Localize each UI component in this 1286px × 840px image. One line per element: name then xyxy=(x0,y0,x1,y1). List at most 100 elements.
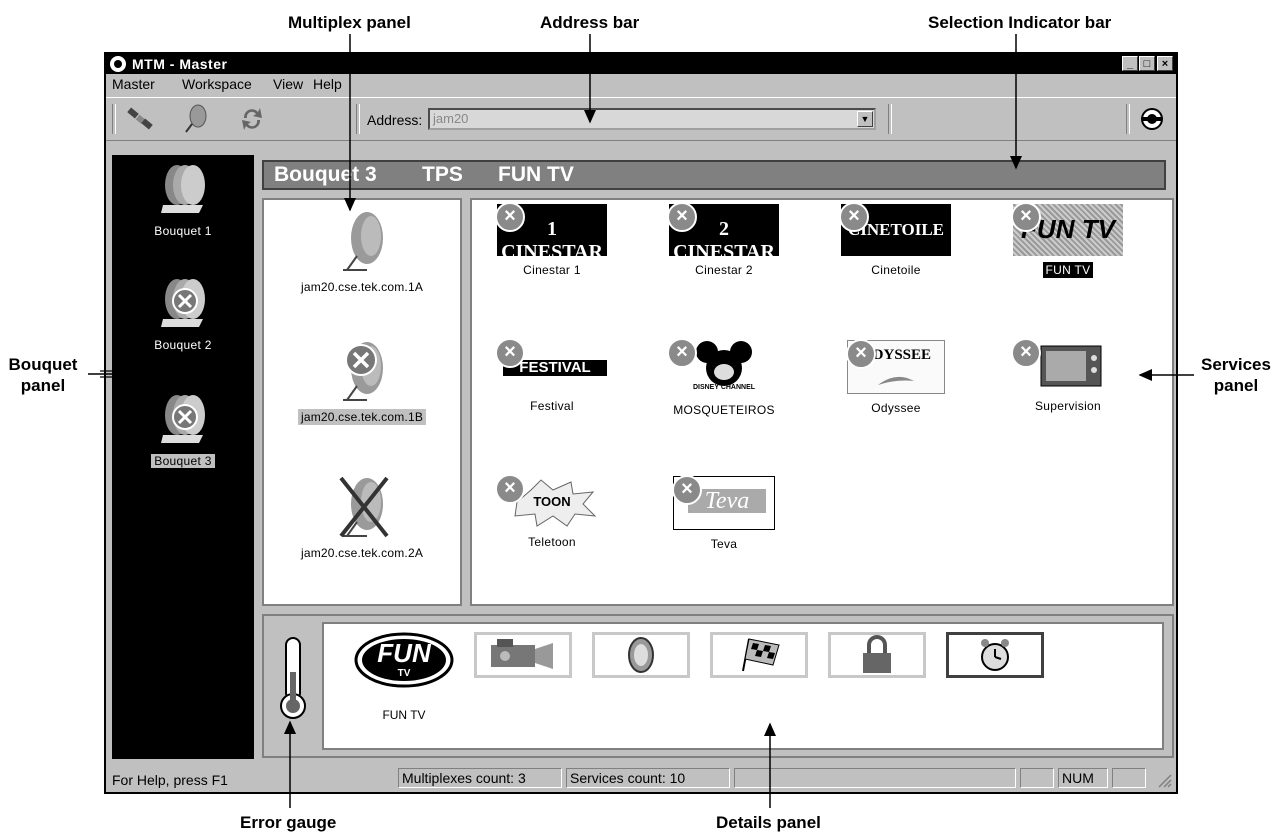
service-item[interactable]: TOON × Teletoon xyxy=(472,474,632,550)
error-icon: × xyxy=(495,338,525,368)
error-icon: × xyxy=(667,338,697,368)
status-num: NUM xyxy=(1058,768,1108,788)
app-icon[interactable] xyxy=(110,56,126,72)
bouquet-panel: Bouquet 1 Bouquet 2 Bouquet 3 xyxy=(112,155,254,759)
toolbar-separator xyxy=(888,104,892,134)
video-detail-button[interactable] xyxy=(474,632,572,678)
menu-view[interactable]: View xyxy=(273,74,303,95)
multiplex-panel: jam20.cse.tek.com.1A jam20.cse.tek.com.1… xyxy=(262,198,462,606)
satellite-dish-crossed-icon xyxy=(339,476,389,538)
callout-services-panel: Services panel xyxy=(1196,354,1276,396)
service-logo-fun-tv: FUN TV × xyxy=(1011,202,1123,256)
callout-bouquet-line1: Bouquet xyxy=(8,355,78,374)
error-icon: × xyxy=(1011,202,1041,232)
checkered-flag-icon xyxy=(742,638,780,672)
speaker-icon xyxy=(628,637,654,673)
error-icon: × xyxy=(495,202,525,232)
encryption-detail-button[interactable] xyxy=(828,632,926,678)
service-item[interactable]: 2 CINESTAR × Cinestar 2 xyxy=(644,202,804,278)
service-label: Odyssee xyxy=(871,401,921,415)
toolbar-separator xyxy=(1126,104,1130,134)
service-logo-odyssee: ODYSSEE × xyxy=(846,339,945,394)
service-item[interactable]: × Supervision xyxy=(988,338,1148,414)
multiplex-item[interactable]: jam20.cse.tek.com.1A xyxy=(264,206,460,295)
toolbar: Address: jam20 ▼ xyxy=(106,97,1176,141)
resize-grip-icon[interactable] xyxy=(1156,772,1172,788)
title-bar[interactable]: MTM - Master _ □ × xyxy=(106,54,1176,74)
multiplex-item[interactable]: jam20.cse.tek.com.1B xyxy=(264,336,460,425)
service-item[interactable]: 1 CINESTAR × Cinestar 1 xyxy=(472,202,632,278)
error-icon: × xyxy=(839,202,869,232)
status-cell-empty xyxy=(1112,768,1146,788)
status-cell-empty xyxy=(1020,768,1054,788)
callout-services-line1: Services xyxy=(1201,355,1271,374)
service-label: Teva xyxy=(710,537,738,551)
status-bar: For Help, press F1 Multiplexes count: 3 … xyxy=(106,766,1176,792)
service-item[interactable]: FESTIVAL × Festival xyxy=(472,338,632,414)
satellite-dish-icon xyxy=(343,212,383,271)
bouquet-dish-icon xyxy=(161,279,205,327)
service-item[interactable]: Teva × Teva xyxy=(644,475,804,552)
time-detail-button[interactable] xyxy=(946,632,1044,678)
error-icon: × xyxy=(667,202,697,232)
refresh-icon[interactable] xyxy=(236,104,268,134)
multiplex-item[interactable]: jam20.cse.tek.com.2A xyxy=(264,472,460,561)
app-window: MTM - Master _ □ × Master Workspace View… xyxy=(104,52,1178,794)
service-label: Festival xyxy=(530,399,574,413)
chevron-down-icon[interactable]: ▼ xyxy=(857,111,873,127)
services-panel: 1 CINESTAR × Cinestar 1 2 CINESTAR × Cin… xyxy=(470,198,1174,606)
satellite-icon[interactable] xyxy=(124,104,156,134)
flag-detail-button[interactable] xyxy=(710,632,808,678)
details-panel: FUN TV FUN TV xyxy=(322,622,1164,750)
close-button[interactable]: × xyxy=(1157,56,1173,71)
window-title: MTM - Master xyxy=(132,56,228,72)
menu-workspace[interactable]: Workspace xyxy=(182,74,252,95)
details-area: FUN TV FUN TV xyxy=(262,614,1174,758)
address-label: Address: xyxy=(367,112,423,128)
callout-details-panel: Details panel xyxy=(716,813,821,832)
bouquet-item[interactable]: Bouquet 1 xyxy=(112,161,254,238)
bouquet-item[interactable]: Bouquet 3 xyxy=(112,391,254,468)
bouquet-dish-icon xyxy=(161,165,205,213)
status-multiplexes-count: Multiplexes count: 3 xyxy=(398,768,562,788)
fun-logo-text: FUN xyxy=(377,638,431,668)
error-icon: × xyxy=(1011,338,1041,368)
address-input[interactable]: jam20 ▼ xyxy=(428,108,876,130)
address-value: jam20 xyxy=(433,111,469,126)
service-label: Supervision xyxy=(1034,399,1101,413)
fun-logo-sub: TV xyxy=(397,668,411,679)
multiplex-label: jam20.cse.tek.com.1B xyxy=(297,409,427,425)
menu-help[interactable]: Help xyxy=(313,74,342,95)
service-logo-cinestar-1: 1 CINESTAR × xyxy=(495,202,607,263)
callout-bouquet-panel: Bouquet panel xyxy=(8,354,78,396)
status-cell-empty xyxy=(734,768,1016,788)
error-icon: × xyxy=(495,474,525,504)
bouquet-item[interactable]: Bouquet 2 xyxy=(112,275,254,352)
bouquet-label: Bouquet 1 xyxy=(154,224,212,238)
callout-selection-indicator-bar: Selection Indicator bar xyxy=(928,13,1112,32)
minimize-button[interactable]: _ xyxy=(1122,56,1138,71)
dish-icon[interactable] xyxy=(180,104,212,134)
service-item[interactable]: ODYSSEE × Odyssee xyxy=(816,339,976,416)
bouquet-label: Bouquet 2 xyxy=(154,338,212,352)
thermometer-icon[interactable] xyxy=(278,636,308,724)
multiplex-label: jam20.cse.tek.com.2A xyxy=(300,546,424,560)
service-item[interactable]: CINETOILE × Cinetoile xyxy=(816,202,976,278)
menu-bar: Master Workspace View Help xyxy=(106,74,1176,95)
service-logo-teva: Teva × xyxy=(672,475,775,530)
status-services-count: Services count: 10 xyxy=(566,768,730,788)
fun-tv-logo: FUN TV xyxy=(354,632,454,688)
audio-detail-button[interactable] xyxy=(592,632,690,678)
app-logo-icon[interactable] xyxy=(1136,104,1168,134)
service-item[interactable]: FUN TV × FUN TV xyxy=(988,202,1148,278)
service-logo-festival: FESTIVAL × xyxy=(495,338,607,392)
service-label: Cinestar 1 xyxy=(523,263,581,277)
dolphin-icon xyxy=(878,376,914,385)
menu-master[interactable]: Master xyxy=(112,74,155,95)
bouquet-dish-icon xyxy=(161,395,205,443)
callout-error-gauge: Error gauge xyxy=(240,813,337,832)
service-label: MOSQUETEIROS xyxy=(673,403,775,417)
service-item[interactable]: DISNEY CHANNEL × MOSQUETEIROS xyxy=(644,338,804,418)
error-icon: × xyxy=(672,475,702,505)
maximize-button[interactable]: □ xyxy=(1139,56,1155,71)
